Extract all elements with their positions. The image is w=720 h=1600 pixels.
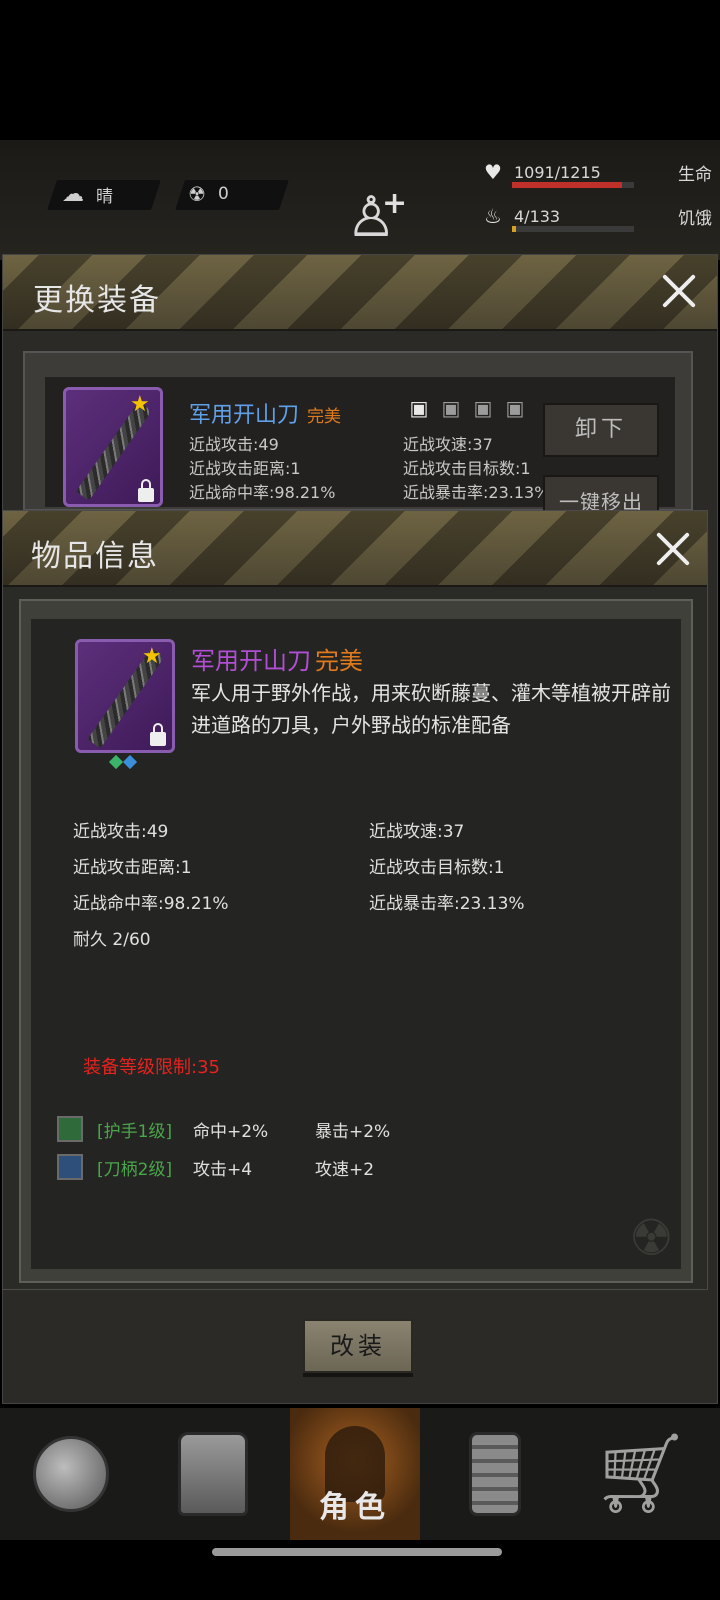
blue-gem-icon	[122, 754, 138, 770]
handle-icon	[57, 1154, 83, 1180]
star-icon: ★	[130, 392, 150, 417]
nav-character[interactable]: 角色	[290, 1408, 420, 1540]
unequip-button[interactable]: 卸下	[543, 403, 659, 457]
nav-backpack[interactable]	[148, 1408, 278, 1540]
attr-left-1: 近战攻击距离:1	[73, 858, 192, 878]
equipped-item-name: 军用开山刀	[189, 403, 300, 428]
star-large-icon: ★	[142, 644, 162, 669]
item-info-content: ★ 军用开山刀 完美 军人用于野外作战，用来砍断藤蔓、灌木等植被开辟前进道路的刀具…	[31, 619, 681, 1269]
armor-slot-icon-3: ▣	[473, 396, 493, 420]
item-name: 军用开山刀	[191, 647, 311, 675]
attr-left-2: 近战命中率:98.21%	[73, 894, 229, 914]
level-limit: 装备等级限制:35	[83, 1057, 220, 1078]
hunger-bar	[512, 226, 634, 232]
armor-slot-icon-2: ▣	[441, 396, 461, 420]
close-item-dialog-icon[interactable]	[653, 529, 693, 569]
attr-left-0: 近战攻击:49	[73, 822, 169, 842]
equip-dialog-title: 更换装备	[33, 283, 161, 318]
item-info-panel: ★ 军用开山刀 完美 军人用于野外作战，用来砍断藤蔓、灌木等植被开辟前进道路的刀具…	[19, 599, 693, 1283]
armor-slot-icon-4: ▣	[505, 396, 525, 420]
item-description: 军人用于野外作战，用来砍断藤蔓、灌木等植被开辟前进道路的刀具，户外野战的标准配备	[191, 681, 671, 737]
mod-effect-1b: 攻速+2	[315, 1159, 375, 1180]
shop-icon: 🛒︎	[591, 1429, 691, 1519]
equipped-item-panel: ★ 军用开山刀 完美 近战攻击:49 近战攻击距离:1 近战命中率:98.21% …	[23, 351, 693, 529]
item-quality: 完美	[315, 647, 363, 675]
weather-display: ☁ 晴	[62, 182, 113, 207]
world-icon	[33, 1436, 109, 1512]
mod-name-1: [刀柄2级]	[97, 1159, 173, 1180]
equip-stat-left-2: 近战命中率:98.21%	[189, 483, 336, 502]
nav-world[interactable]	[6, 1408, 136, 1540]
health-value: 1091/1215	[514, 162, 601, 182]
status-area: ☁ 晴 ☢ 0 ♙ + ♥ 1091/1215 生命 ♨ 4/133 饥饿	[0, 140, 720, 260]
radiation-watermark-icon: ☢	[629, 1209, 674, 1267]
health-label: 生命	[678, 164, 712, 185]
heart-icon: ♥	[484, 160, 502, 184]
lock-icon	[138, 479, 154, 502]
lock-large-icon	[150, 723, 166, 746]
nav-radio[interactable]	[430, 1408, 560, 1540]
item-dialog-title: 物品信息	[31, 539, 159, 574]
hunger-bar-fill	[512, 226, 516, 232]
equip-stat-left-1: 近战攻击距离:1	[189, 459, 301, 478]
radiation-icon: ☢	[188, 182, 206, 206]
health-bar	[512, 182, 634, 188]
attr-right-0: 近战攻速:37	[369, 822, 465, 842]
plus-icon: +	[382, 186, 408, 221]
attr-right-1: 近战攻击目标数:1	[369, 858, 505, 878]
machete-large-icon: ★	[75, 639, 175, 753]
item-title: 军用开山刀 完美	[191, 641, 363, 676]
weather-text: 晴	[96, 187, 113, 207]
stomach-icon: ♨	[484, 204, 502, 228]
machete-item-icon[interactable]: ★	[63, 387, 163, 507]
nav-character-label: 角色	[319, 1490, 391, 1525]
mod-row-handle: [刀柄2级] 攻击+4 攻速+2	[57, 1153, 374, 1181]
equipped-item-quality: 完美	[307, 407, 342, 427]
backpack-icon	[178, 1432, 248, 1516]
mod-name-0: [护手1级]	[97, 1121, 173, 1142]
nav-shop[interactable]: 🛒︎	[576, 1408, 706, 1540]
item-dialog-header: 物品信息	[3, 511, 707, 587]
green-gem-icon	[108, 754, 124, 770]
close-equip-dialog-icon[interactable]	[659, 271, 699, 311]
mod-effect-0a: 命中+2%	[193, 1121, 269, 1142]
radio-icon	[469, 1432, 521, 1516]
mod-effect-0b: 暴击+2%	[315, 1121, 391, 1142]
mod-effect-1a: 攻击+4	[193, 1159, 253, 1180]
cloud-sun-icon: ☁	[62, 182, 84, 207]
item-info-dialog: 物品信息 ★ 军用开山刀 完美 军人用于野外作战，用来砍断藤蔓、灌木等植被开辟前进…	[2, 510, 708, 1290]
health-bar-fill	[512, 182, 622, 188]
hunger-label: 饥饿	[678, 208, 712, 229]
equip-stat-right-0: 近战攻速:37	[403, 435, 493, 454]
equipped-item-title: 军用开山刀 完美	[189, 397, 341, 429]
gem-sockets	[108, 754, 138, 770]
equip-dialog-header: 更换装备	[3, 255, 717, 331]
attr-right-2: 近战暴击率:23.13%	[369, 894, 525, 914]
equip-stat-left-0: 近战攻击:49	[189, 435, 279, 454]
radiation-display: ☢ 0	[188, 182, 229, 206]
home-indicator[interactable]	[212, 1548, 502, 1556]
mod-row-handguard: [护手1级] 命中+2% 暴击+2%	[57, 1115, 390, 1143]
handguard-icon	[57, 1116, 83, 1142]
attr-durability: 耐久 2/60	[73, 930, 151, 950]
equip-stat-right-2: 近战暴击率:23.13%	[403, 483, 550, 502]
hunger-value: 4/133	[514, 206, 561, 226]
bottom-navigation: 角色 🛒︎	[0, 1408, 720, 1540]
equip-stat-right-1: 近战攻击目标数:1	[403, 459, 531, 478]
modify-button[interactable]: 改装	[303, 1319, 413, 1373]
armor-slot-icon-1: ▣	[409, 396, 429, 420]
radiation-value: 0	[217, 184, 229, 204]
